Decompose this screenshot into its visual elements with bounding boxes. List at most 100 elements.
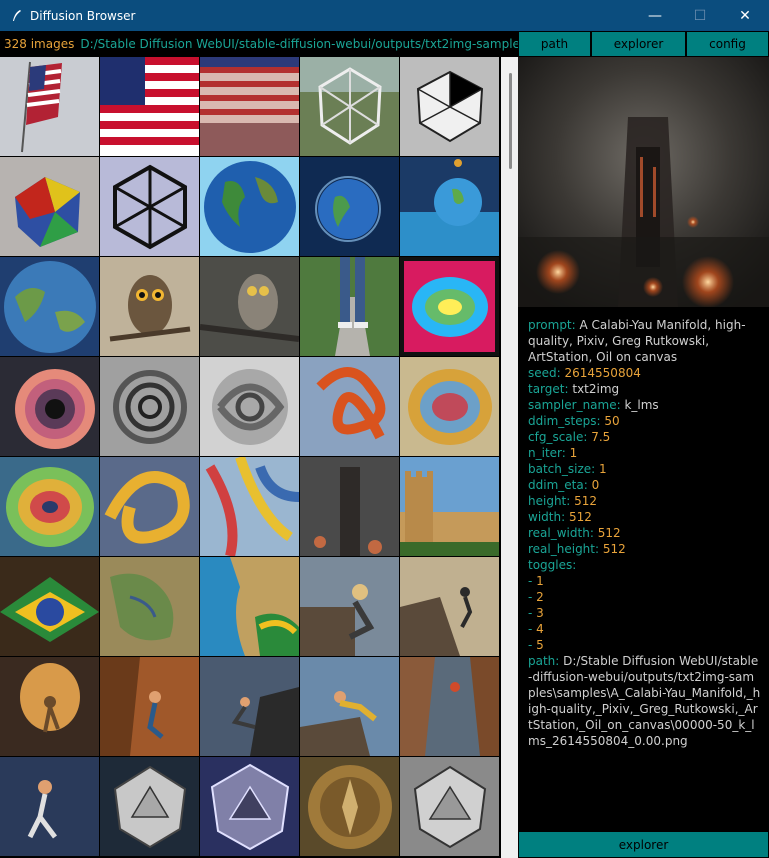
ddim-eta-key: ddim_eta bbox=[528, 478, 584, 492]
thumbnail-earth-globe-water[interactable] bbox=[400, 157, 499, 256]
seed-key: seed bbox=[528, 366, 557, 380]
thumbnail-swirl-vortex[interactable] bbox=[0, 457, 99, 556]
thumbnail-image bbox=[300, 57, 399, 156]
thumbnail-compass-bronze[interactable] bbox=[300, 757, 399, 856]
thumbnail-wireframe-polyhedron-grass[interactable] bbox=[300, 57, 399, 156]
batch-size-value: 1 bbox=[599, 462, 607, 476]
preview-image bbox=[518, 57, 769, 307]
sampler-key: sampler_name bbox=[528, 398, 617, 412]
thumbnail-image bbox=[0, 157, 99, 256]
thumbnail-person-legs-path[interactable] bbox=[300, 257, 399, 356]
thumbnail-colorful-polyhedron[interactable] bbox=[0, 157, 99, 256]
path-key: path bbox=[528, 654, 556, 668]
thumbnail-image bbox=[100, 257, 199, 356]
thumbnail-orange-knot[interactable] bbox=[300, 357, 399, 456]
grid-scrollbar[interactable] bbox=[501, 57, 518, 858]
thumbnail-pink-vortex[interactable] bbox=[0, 357, 99, 456]
thumbnail-colorful-tubes[interactable] bbox=[200, 457, 299, 556]
thumbnail-image bbox=[100, 657, 199, 756]
thumbnail-climber-falling[interactable] bbox=[0, 757, 99, 856]
prompt-key: prompt bbox=[528, 318, 572, 332]
tab-config[interactable]: config bbox=[686, 31, 769, 57]
thumbnail-climber-jump[interactable] bbox=[300, 657, 399, 756]
thumbnail-climber-wind[interactable] bbox=[300, 557, 399, 656]
close-icon: ✕ bbox=[739, 7, 751, 24]
path-value: D:/Stable Diffusion WebUI/stable-diffusi… bbox=[528, 654, 761, 748]
thumbnail-castle-wall[interactable] bbox=[400, 457, 499, 556]
n-iter-value: 1 bbox=[569, 446, 578, 460]
thumbnail-image bbox=[400, 257, 499, 356]
toggle-item: 3 bbox=[536, 606, 544, 620]
thumbnail-image bbox=[300, 557, 399, 656]
close-button[interactable]: ✕ bbox=[722, 0, 768, 31]
cfg-scale-key: cfg_scale bbox=[528, 430, 584, 444]
thumbnail-map-painting[interactable] bbox=[100, 557, 199, 656]
tab-explorer[interactable]: explorer bbox=[591, 31, 686, 57]
batch-size-key: batch_size bbox=[528, 462, 592, 476]
thumbnail-us-flag-ground[interactable] bbox=[200, 57, 299, 156]
thumbnail-psychedelic-pattern[interactable] bbox=[400, 257, 499, 356]
ddim-steps-value: 50 bbox=[604, 414, 620, 428]
thumbnail-earth-globe[interactable] bbox=[200, 157, 299, 256]
title-bar[interactable]: Diffusion Browser — ☐ ✕ bbox=[0, 0, 769, 31]
image-count: 328 images bbox=[4, 37, 75, 51]
tab-path[interactable]: path bbox=[518, 31, 591, 57]
thumbnail-owl-branch[interactable] bbox=[100, 257, 199, 356]
status-bar: 328 images D:/Stable Diffusion WebUI/sta… bbox=[0, 31, 518, 57]
thumbnail-us-flag-pole[interactable] bbox=[0, 57, 99, 156]
thumbnail-climber-canyon[interactable] bbox=[400, 657, 499, 756]
thumbnail-gray-spiral-knot[interactable] bbox=[100, 357, 199, 456]
cfg-scale-value: 7.5 bbox=[591, 430, 611, 444]
thumbnail-foggy-scene[interactable] bbox=[300, 457, 399, 556]
thumbnail-climber-cave[interactable] bbox=[0, 657, 99, 756]
n-iter-key: n_iter bbox=[528, 446, 562, 460]
thumbnail-image bbox=[300, 457, 399, 556]
real-width-key: real_width bbox=[528, 526, 590, 540]
thumbnail-image bbox=[300, 757, 399, 856]
sampler-value: k_lms bbox=[624, 398, 659, 412]
thumbnail-wireframe-polyhedron-white[interactable] bbox=[400, 57, 499, 156]
feather-pen-icon bbox=[13, 9, 21, 21]
thumbnail-climber-storm[interactable] bbox=[200, 657, 299, 756]
thumbnail-image bbox=[0, 457, 99, 556]
thumbnail-image bbox=[200, 57, 299, 156]
thumbnail-climber-rocks[interactable] bbox=[100, 657, 199, 756]
thumbnail-us-flag-waving[interactable] bbox=[100, 57, 199, 156]
thumbnail-owl-gray[interactable] bbox=[200, 257, 299, 356]
thumbnail-image bbox=[300, 157, 399, 256]
thumbnail-image bbox=[100, 157, 199, 256]
thumbnail-earth-globe-painted[interactable] bbox=[0, 257, 99, 356]
minimize-button[interactable]: — bbox=[632, 0, 678, 31]
toggle-item: 4 bbox=[536, 622, 544, 636]
thumbnail-yellow-swirl[interactable] bbox=[100, 457, 199, 556]
thumbnail-image bbox=[0, 257, 99, 356]
thumbnail-brazil-coast[interactable] bbox=[200, 557, 299, 656]
thumbnail-dice-ornate[interactable] bbox=[400, 757, 499, 856]
maximize-button[interactable]: ☐ bbox=[677, 0, 723, 31]
thumbnail-image bbox=[0, 357, 99, 456]
thumbnail-wireframe-polyhedron-black[interactable] bbox=[100, 157, 199, 256]
thumbnail-image bbox=[300, 657, 399, 756]
thumbnail-image bbox=[400, 757, 499, 856]
explorer-button[interactable]: explorer bbox=[518, 831, 769, 858]
minimize-icon: — bbox=[648, 7, 662, 24]
thumbnail-image bbox=[100, 457, 199, 556]
toggles-key: toggles bbox=[528, 558, 573, 572]
thumbnail-image bbox=[300, 357, 399, 456]
thumbnail-colorful-swirl[interactable] bbox=[400, 357, 499, 456]
real-height-value: 512 bbox=[602, 542, 626, 556]
thumbnail-image bbox=[300, 257, 399, 356]
thumbnail-earth-globe-space[interactable] bbox=[300, 157, 399, 256]
thumbnail-image bbox=[0, 657, 99, 756]
width-key: width bbox=[528, 510, 562, 524]
thumbnail-climber-cliff[interactable] bbox=[400, 557, 499, 656]
ddim-steps-key: ddim_steps bbox=[528, 414, 597, 428]
ddim-eta-value: 0 bbox=[591, 478, 600, 492]
thumbnail-dice-d20-glowing[interactable] bbox=[200, 757, 299, 856]
maximize-icon: ☐ bbox=[693, 7, 707, 24]
thumbnail-brazil-map-flag[interactable] bbox=[0, 557, 99, 656]
thumbnail-image bbox=[400, 157, 499, 256]
thumbnail-gray-swirl-knot[interactable] bbox=[200, 357, 299, 456]
thumbnail-dice-d20-silver[interactable] bbox=[100, 757, 199, 856]
scrollbar-thumb[interactable] bbox=[509, 73, 512, 169]
